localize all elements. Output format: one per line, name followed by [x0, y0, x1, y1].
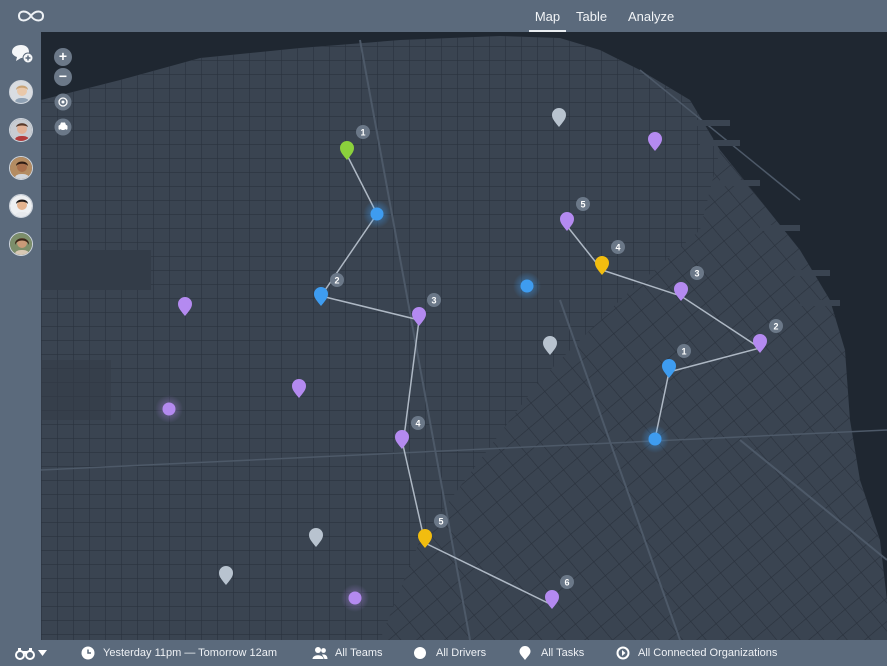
date-range-filter[interactable]: Yesterday 11pm — Tomorrow 12am [103, 640, 277, 666]
chevron-down-icon[interactable] [38, 650, 47, 656]
driver-avatar-1[interactable] [9, 80, 33, 104]
task-pin-icon [519, 646, 531, 660]
connected-organizations-icon [616, 646, 630, 660]
map-canvas[interactable]: + − 1 2 3 4 5 6 1 2 3 4 5 [41, 32, 887, 640]
car-icon[interactable] [54, 118, 72, 136]
organizations-filter[interactable]: All Connected Organizations [638, 640, 777, 666]
driver-avatar-2[interactable] [9, 118, 33, 142]
top-bar: Map Table Analyze [0, 0, 887, 32]
add-chat-icon[interactable] [10, 44, 34, 64]
city-map [41, 32, 887, 640]
locate-icon[interactable] [54, 93, 72, 111]
infinity-logo-icon[interactable] [12, 5, 50, 27]
clock-icon [81, 646, 95, 660]
tasks-filter[interactable]: All Tasks [541, 640, 584, 666]
sidebar [0, 32, 41, 640]
tab-analyze[interactable]: Analyze [628, 0, 674, 32]
tab-table[interactable]: Table [576, 0, 607, 32]
driver-icon [414, 647, 426, 659]
zoom-in-button[interactable]: + [54, 48, 72, 66]
driver-avatar-3[interactable] [9, 156, 33, 180]
zoom-out-button[interactable]: − [54, 68, 72, 86]
team-icon [312, 647, 328, 659]
driver-avatar-5[interactable] [9, 232, 33, 256]
tab-map[interactable]: Map [529, 0, 566, 32]
driver-avatar-4[interactable] [9, 194, 33, 218]
teams-filter[interactable]: All Teams [335, 640, 382, 666]
drivers-filter[interactable]: All Drivers [436, 640, 486, 666]
binoculars-icon[interactable] [15, 646, 35, 660]
filter-bar: Yesterday 11pm — Tomorrow 12am All Teams… [0, 640, 887, 666]
